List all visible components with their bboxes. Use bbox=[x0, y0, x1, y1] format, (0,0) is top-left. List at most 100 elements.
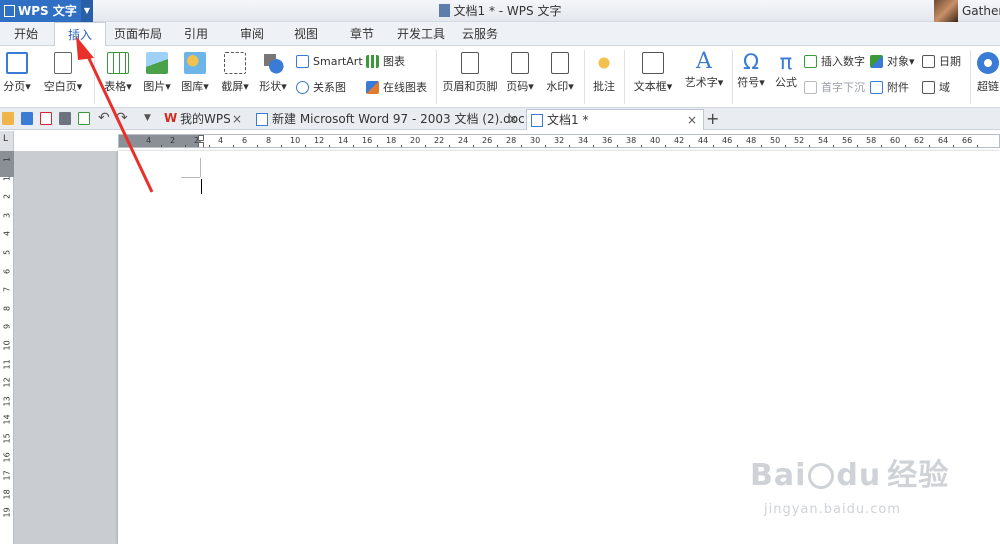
picture-button[interactable]: 图片▾ bbox=[140, 52, 174, 94]
ruler-tick-label: 12 bbox=[2, 377, 12, 388]
ruler-tick-label: 24 bbox=[458, 136, 469, 145]
avatar[interactable] bbox=[934, 0, 958, 22]
attachment-button[interactable]: 附件 bbox=[870, 78, 909, 96]
export-pdf-icon[interactable] bbox=[40, 112, 52, 125]
text-cursor bbox=[201, 179, 202, 194]
first-line-indent-marker[interactable] bbox=[198, 135, 204, 141]
chevron-down-icon[interactable]: ▼ bbox=[144, 112, 156, 125]
formula-label: 公式 bbox=[775, 76, 797, 89]
print-preview-icon[interactable] bbox=[78, 112, 90, 125]
ruler-minor-tick bbox=[857, 145, 858, 147]
undo-icon[interactable]: ↶ bbox=[98, 111, 110, 125]
hyperlink-label: 超链 bbox=[977, 80, 999, 93]
ruler-tick-label: 64 bbox=[938, 136, 949, 145]
add-tab-icon[interactable]: + bbox=[706, 108, 719, 130]
tab-my-wps[interactable]: W 我的WPS × bbox=[160, 109, 248, 130]
watermark-button[interactable]: 水印▾ bbox=[542, 52, 578, 94]
open-folder-icon[interactable] bbox=[2, 112, 14, 125]
smartart-icon bbox=[296, 54, 309, 68]
hyperlink-button[interactable]: 超链 bbox=[976, 52, 1000, 94]
insert-number-button[interactable]: 插入数字 bbox=[804, 52, 865, 70]
ruler-corner-tab-selector[interactable]: L bbox=[0, 131, 14, 151]
tab-section[interactable]: 章节 bbox=[340, 22, 384, 46]
table-label: 表格 bbox=[104, 80, 127, 93]
textbox-icon bbox=[642, 52, 664, 74]
ruler-tick-label: 9 bbox=[2, 324, 12, 330]
margin-corner-mark bbox=[181, 177, 200, 178]
smartart-label: SmartArt bbox=[313, 54, 363, 68]
gallery-button[interactable]: 图库▾ bbox=[178, 52, 212, 94]
chart-button[interactable]: 图表 bbox=[366, 52, 405, 70]
header-footer-button[interactable]: 页眉和页脚 bbox=[440, 52, 500, 94]
tab-new-word-doc[interactable]: 新建 Microsoft Word 97 - 2003 文档 (2).doc × bbox=[252, 109, 525, 130]
wordart-icon: A bbox=[696, 49, 712, 74]
user-account[interactable]: Gather bbox=[934, 0, 1000, 22]
ruler-minor-tick bbox=[617, 145, 618, 147]
tab-references[interactable]: 引用 bbox=[174, 22, 218, 46]
tab-cloud-service[interactable]: 云服务 bbox=[456, 22, 504, 46]
horizontal-ruler[interactable]: 4 2 2 4 6 8 10 12 14 16 18 20 22 24 26 28 30 32 34 36 38 40 42… bbox=[118, 134, 1000, 148]
ribbon-divider bbox=[584, 50, 585, 104]
tab-new-word-doc-label: 新建 Microsoft Word 97 - 2003 文档 (2).doc bbox=[272, 112, 525, 126]
ruler-minor-tick bbox=[497, 145, 498, 147]
pi-icon: π bbox=[779, 50, 793, 74]
ruler-minor-tick bbox=[521, 145, 522, 147]
redo-icon[interactable]: ↷ bbox=[116, 111, 128, 125]
blank-page-button[interactable]: 空白页▾ bbox=[40, 52, 86, 94]
omega-icon: Ω bbox=[742, 50, 760, 74]
screenshot-button[interactable]: 截屏▾ bbox=[218, 52, 252, 94]
close-icon[interactable]: × bbox=[232, 109, 242, 129]
ruler-minor-tick bbox=[689, 145, 690, 147]
print-icon[interactable] bbox=[59, 112, 71, 125]
tab-view[interactable]: 视图 bbox=[284, 22, 328, 46]
ruler-tick-label: 34 bbox=[578, 136, 589, 145]
vertical-ruler[interactable]: 1 1 2 3 4 5 6 7 8 9 10 11 12 13 14 15 16 17 18 19 bbox=[0, 151, 14, 544]
ruler-tick-label: 18 bbox=[386, 136, 397, 145]
close-icon[interactable]: × bbox=[687, 110, 697, 130]
table-button[interactable]: 表格▾ bbox=[100, 52, 136, 94]
close-icon[interactable]: × bbox=[508, 109, 518, 129]
globe-icon bbox=[977, 52, 999, 74]
insert-ribbon: 分页▾ 空白页▾ 表格▾ 图片▾ 图库▾ 截屏▾ 形状▾ SmartArt 图表… bbox=[0, 46, 1000, 108]
ruler-minor-tick bbox=[713, 145, 714, 147]
ruler-minor-tick bbox=[425, 145, 426, 147]
tab-page-layout[interactable]: 页面布局 bbox=[112, 22, 164, 46]
left-indent-marker[interactable] bbox=[198, 142, 204, 147]
relation-diagram-button[interactable]: 关系图 bbox=[296, 78, 346, 96]
tab-review[interactable]: 审阅 bbox=[230, 22, 274, 46]
tab-document1[interactable]: 文档1 * × bbox=[526, 109, 704, 130]
shapes-button[interactable]: 形状▾ bbox=[256, 52, 290, 94]
ruler-tick-label: 56 bbox=[842, 136, 853, 145]
object-button[interactable]: 对象 ▾ bbox=[870, 52, 915, 70]
date-button[interactable]: 日期 bbox=[922, 52, 961, 70]
smartart-button[interactable]: SmartArt bbox=[296, 52, 363, 70]
tab-start[interactable]: 开始 bbox=[4, 22, 48, 46]
page-break-button[interactable]: 分页▾ bbox=[2, 52, 32, 94]
ruler-tick-label: 44 bbox=[698, 136, 709, 145]
ruler-minor-tick bbox=[593, 145, 594, 147]
formula-button[interactable]: π 公式 bbox=[772, 50, 800, 90]
ruler-minor-tick bbox=[473, 145, 474, 147]
online-chart-button[interactable]: 在线图表 bbox=[366, 78, 427, 96]
watermark-brand-text: Bai bbox=[750, 458, 807, 493]
comment-button[interactable]: 批注 bbox=[590, 52, 618, 94]
tab-developer[interactable]: 开发工具 bbox=[392, 22, 450, 46]
ruler-tick-label: 5 bbox=[2, 249, 12, 256]
tab-stop-icon: L bbox=[3, 134, 9, 144]
page-number-button[interactable]: 页码▾ bbox=[502, 52, 538, 94]
symbol-button[interactable]: Ω 符号▾ bbox=[734, 50, 768, 90]
watermark-brand: Bai du 经验 bbox=[750, 458, 950, 493]
paw-icon bbox=[808, 463, 835, 489]
insert-number-icon bbox=[804, 54, 817, 68]
ruler-minor-tick bbox=[185, 145, 186, 147]
dropcap-button[interactable]: 首字下沉 bbox=[804, 78, 865, 96]
tab-insert[interactable]: 插入 bbox=[54, 22, 106, 47]
ruler-tick-label: 16 bbox=[2, 451, 12, 463]
wordart-button[interactable]: A 艺术字▾ bbox=[680, 50, 728, 90]
save-icon[interactable] bbox=[21, 112, 33, 125]
ruler-tick-label: 4 bbox=[2, 231, 12, 237]
textbox-button[interactable]: 文本框▾ bbox=[630, 52, 676, 94]
ruler-tick-label: 12 bbox=[314, 136, 325, 145]
ruler-minor-tick bbox=[833, 145, 834, 147]
field-button[interactable]: 域 bbox=[922, 78, 950, 96]
